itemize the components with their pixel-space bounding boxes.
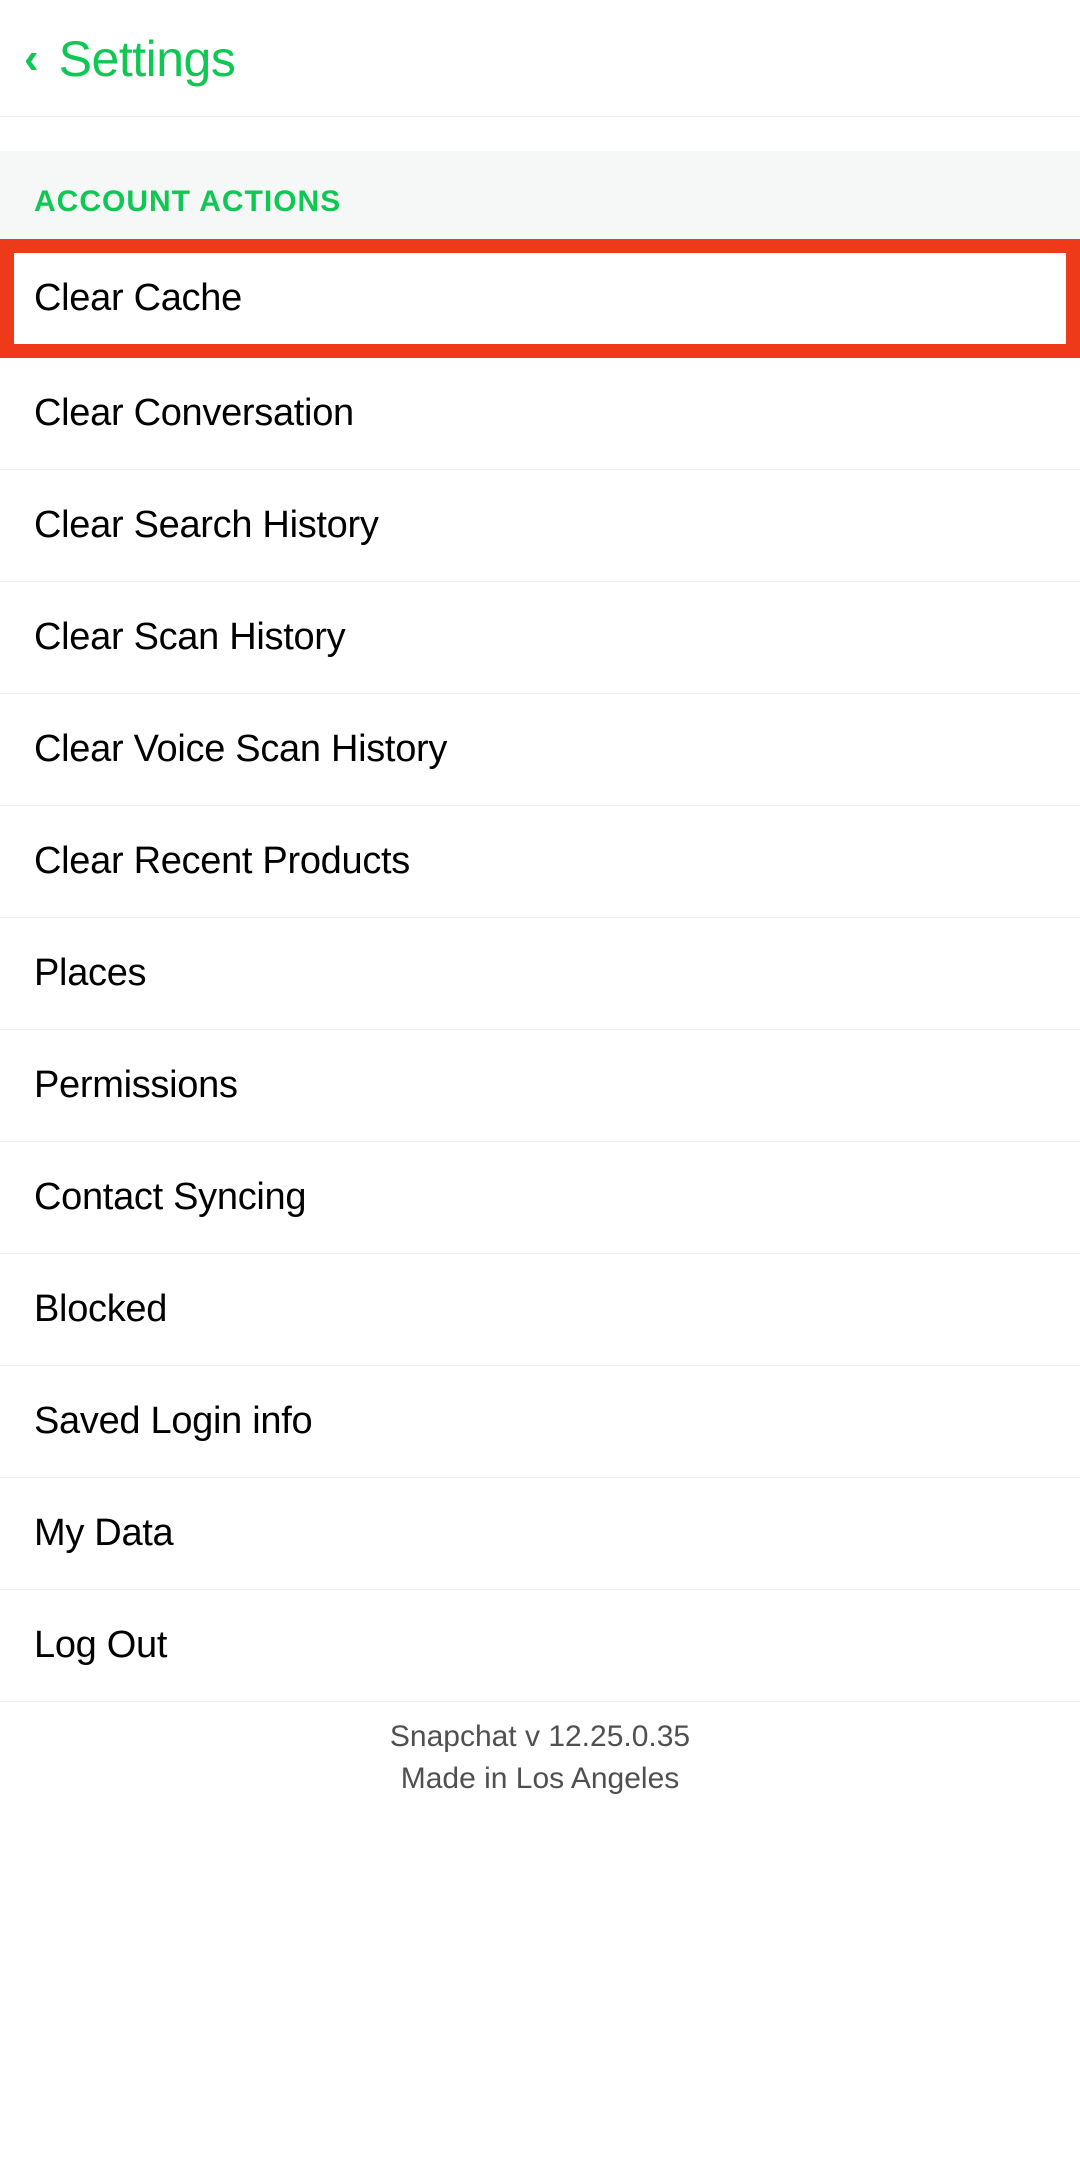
list-item-clear-recent-products[interactable]: Clear Recent Products <box>0 806 1080 918</box>
list-item-label: Clear Cache <box>34 277 242 320</box>
list-item-label: Permissions <box>34 1064 238 1107</box>
section-header-label: ACCOUNT ACTIONS <box>34 185 341 218</box>
list-item-clear-scan-history[interactable]: Clear Scan History <box>0 582 1080 694</box>
footer-version: Snapchat v 12.25.0.35 <box>0 1716 1080 1758</box>
settings-header: ‹ Settings <box>0 0 1080 117</box>
page-title: Settings <box>59 30 236 88</box>
section-header-account-actions: ACCOUNT ACTIONS <box>0 151 1080 239</box>
list-item-label: Clear Conversation <box>34 392 354 435</box>
list-item-label: Clear Search History <box>34 504 379 547</box>
list-item-label: Log Out <box>34 1624 167 1667</box>
list-item-label: Clear Voice Scan History <box>34 728 447 771</box>
list-item-label: Blocked <box>34 1288 167 1331</box>
section-gap <box>0 117 1080 151</box>
back-icon[interactable]: ‹ <box>24 37 39 81</box>
list-item-saved-login-info[interactable]: Saved Login info <box>0 1366 1080 1478</box>
list-item-places[interactable]: Places <box>0 918 1080 1030</box>
list-item-label: Contact Syncing <box>34 1176 306 1219</box>
list-item-clear-conversation[interactable]: Clear Conversation <box>0 358 1080 470</box>
list-item-label: Clear Scan History <box>34 616 345 659</box>
list-item-contact-syncing[interactable]: Contact Syncing <box>0 1142 1080 1254</box>
list-item-clear-voice-scan-history[interactable]: Clear Voice Scan History <box>0 694 1080 806</box>
list-item-label: Clear Recent Products <box>34 840 410 883</box>
list-item-clear-search-history[interactable]: Clear Search History <box>0 470 1080 582</box>
list-item-blocked[interactable]: Blocked <box>0 1254 1080 1366</box>
list-item-log-out[interactable]: Log Out <box>0 1590 1080 1702</box>
list-item-label: My Data <box>34 1512 173 1555</box>
list-item-permissions[interactable]: Permissions <box>0 1030 1080 1142</box>
list-item-label: Places <box>34 952 146 995</box>
list-item-label: Saved Login info <box>34 1400 312 1443</box>
list-item-clear-cache[interactable]: Clear Cache <box>14 253 1066 344</box>
footer-location: Made in Los Angeles <box>0 1758 1080 1800</box>
footer: Snapchat v 12.25.0.35 Made in Los Angele… <box>0 1702 1080 1810</box>
highlighted-item-container: Clear Cache <box>0 239 1080 358</box>
list-item-my-data[interactable]: My Data <box>0 1478 1080 1590</box>
